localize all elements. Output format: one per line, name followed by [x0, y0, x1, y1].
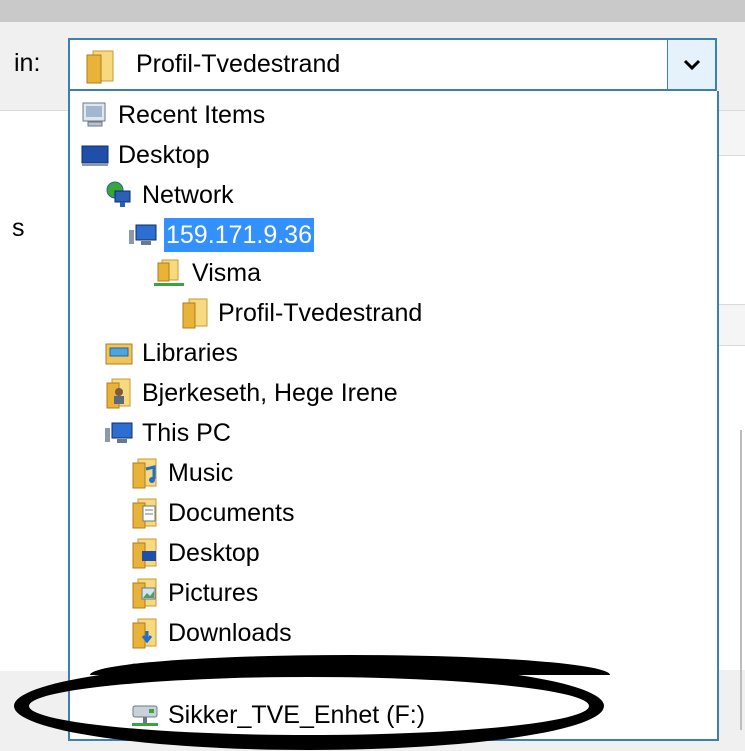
libraries-icon: [104, 337, 134, 369]
file-list-header: [718, 110, 745, 156]
documents-folder-icon: [130, 497, 160, 529]
tree-item-visma[interactable]: Visma: [154, 255, 263, 291]
network-drive-icon: [130, 699, 160, 731]
tree-item-label: Pictures: [168, 579, 259, 607]
folder-icon: [84, 48, 116, 84]
tree-item-libraries[interactable]: Libraries: [104, 335, 240, 371]
tree-item-label: 159.171.9.36: [164, 218, 314, 252]
tree-item-label: Network: [142, 181, 234, 209]
tree-item-label: Downloads: [168, 619, 292, 647]
tree-item-this-pc[interactable]: This PC: [104, 415, 233, 451]
chevron-down-icon: [683, 59, 700, 70]
pictures-folder-icon: [130, 577, 160, 609]
tree-item-label: This PC: [142, 419, 231, 447]
tree-item-recent-items[interactable]: Recent Items: [80, 97, 267, 133]
tree-item-desktop[interactable]: Desktop: [80, 137, 212, 173]
computer-icon: [128, 219, 158, 251]
tree-item-label: Desktop: [168, 539, 260, 567]
user-folder-icon: [104, 377, 134, 409]
tree-item-server[interactable]: 159.171.9.36: [128, 217, 314, 253]
tree-item-downloads[interactable]: Downloads: [130, 615, 294, 651]
downloads-folder-icon: [130, 617, 160, 649]
file-list-divider: [740, 430, 742, 730]
look-in-label: in:: [14, 49, 41, 77]
recent-items-icon: [80, 99, 110, 131]
look-in-value: Profil-Tvedestrand: [136, 50, 341, 78]
tree-item-desktop-folder[interactable]: Desktop: [130, 535, 262, 571]
network-icon: [104, 179, 134, 211]
desktop-folder-icon: [130, 537, 160, 569]
tree-item-music[interactable]: Music: [130, 455, 235, 491]
tree-item-label: Music: [168, 459, 234, 487]
tree-item-label: Desktop: [118, 141, 210, 169]
music-folder-icon: [130, 457, 160, 489]
tree-item-label: Recent Items: [118, 101, 266, 129]
tree-item-network[interactable]: Network: [104, 177, 236, 213]
desktop-icon: [80, 139, 110, 171]
tree-item-label: Sikker_TVE_Enhet (F:): [168, 701, 426, 729]
look-in-dropdown-list[interactable]: Recent Items Desktop Network 159.171.9.3…: [68, 91, 719, 741]
window-top-strip: [0, 0, 745, 22]
navigation-pane: [0, 110, 68, 671]
dropdown-button[interactable]: [667, 40, 715, 89]
tree-item-documents[interactable]: Documents: [130, 495, 296, 531]
tree-item-profil-tvedestrand[interactable]: Profil-Tvedestrand: [180, 295, 424, 331]
file-list-group-header: [718, 304, 745, 346]
network-folder-icon: [154, 257, 184, 289]
this-pc-icon: [104, 417, 134, 449]
tree-item-network-drive[interactable]: Sikker_TVE_Enhet (F:): [130, 697, 427, 733]
navigation-partial-label: s: [12, 214, 25, 242]
tree-item-label: Documents: [168, 499, 295, 527]
folder-icon: [180, 297, 210, 329]
tree-item-label: Libraries: [142, 339, 238, 367]
tree-item-label: Profil-Tvedestrand: [218, 299, 423, 327]
tree-item-pictures[interactable]: Pictures: [130, 575, 260, 611]
tree-item-label: Visma: [192, 259, 262, 287]
look-in-combobox[interactable]: Profil-Tvedestrand: [68, 38, 717, 91]
tree-item-user[interactable]: Bjerkeseth, Hege Irene: [104, 375, 400, 411]
tree-item-label: Bjerkeseth, Hege Irene: [142, 379, 398, 407]
